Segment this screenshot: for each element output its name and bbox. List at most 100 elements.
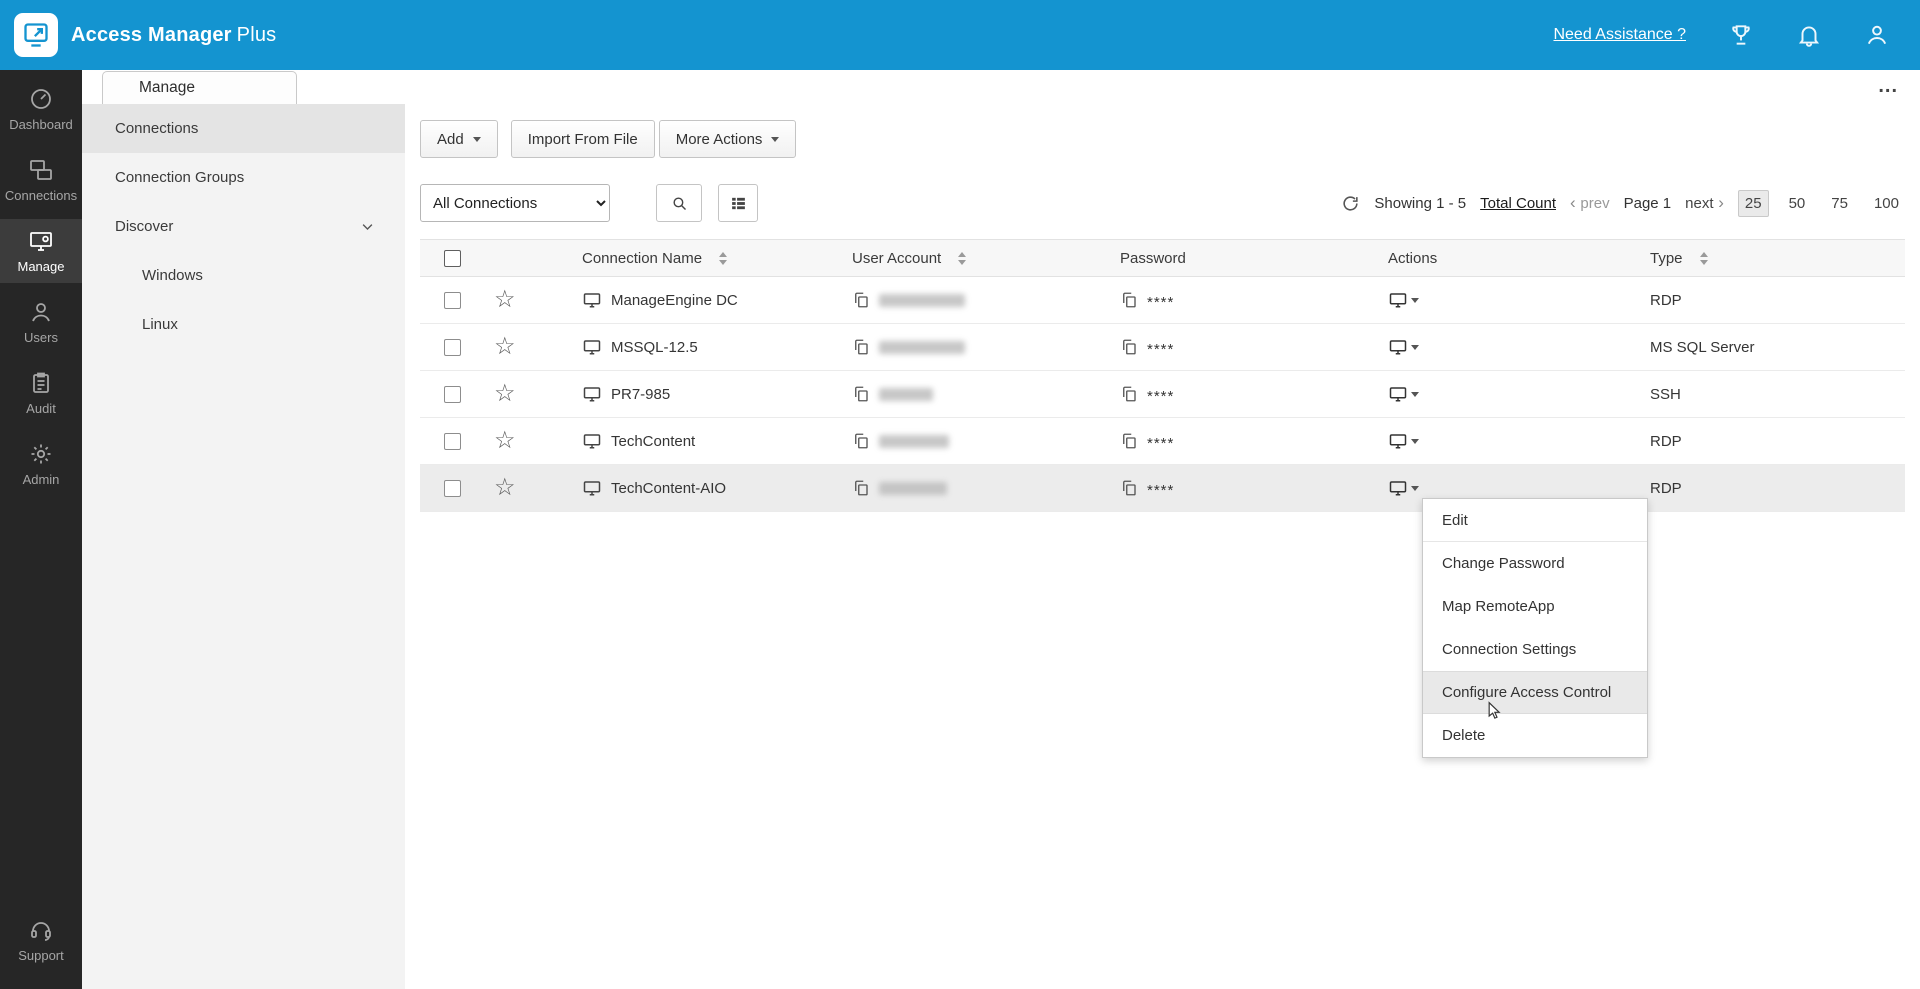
column-header-connection-name[interactable]: Connection Name [560,250,830,267]
row-checkbox[interactable] [444,291,461,309]
row-actions-button[interactable] [1388,291,1419,309]
toolbar: Add Import From File More Actions [420,120,797,158]
audit-icon [33,372,49,393]
sidebar-item-label: Connections [4,187,78,203]
copy-icon[interactable] [852,479,870,497]
connection-name[interactable]: PR7-985 [611,386,670,403]
copy-icon[interactable] [852,432,870,450]
menu-item-connection-settings[interactable]: Connection Settings [1423,628,1647,671]
subnav-item-discover[interactable]: Discover [82,202,405,251]
monitor-icon [582,291,602,309]
page-indicator: Page 1 [1623,194,1672,212]
total-count-link[interactable]: Total Count [1480,195,1556,212]
trophy-icon[interactable] [1728,22,1754,48]
table-row: ☆ ManageEngine DC **** RDP [420,277,1905,324]
copy-icon[interactable] [1120,432,1138,450]
subnav-item-linux[interactable]: Linux [82,300,405,349]
connection-name[interactable]: TechContent-AIO [611,480,726,497]
add-button-label: Add [437,130,464,148]
sidebar-item-dashboard[interactable]: Dashboard [0,77,82,141]
copy-icon[interactable] [1120,385,1138,403]
star-icon[interactable]: ☆ [480,474,516,501]
sidebar-item-users[interactable]: Users [0,290,82,354]
add-button[interactable]: Add [420,120,498,158]
copy-icon[interactable] [852,338,870,356]
menu-item-change-password[interactable]: Change Password [1423,542,1647,585]
menu-item-map-remoteapp[interactable]: Map RemoteApp [1423,585,1647,628]
menu-item-delete[interactable]: Delete [1423,714,1647,757]
column-header-type[interactable]: Type [1628,250,1905,267]
app-logo-icon [24,23,48,47]
row-actions-button[interactable] [1388,338,1419,356]
page-size-100[interactable]: 100 [1868,191,1905,216]
copy-icon[interactable] [852,291,870,309]
connection-type: MS SQL Server [1650,338,1755,356]
page-size-50[interactable]: 50 [1783,191,1812,216]
subnav-item-label: Linux [142,316,178,333]
sidebar-item-audit[interactable]: Audit [0,361,82,425]
app-title: Access Manager Plus [71,24,276,47]
subnav-item-label: Connection Groups [115,169,245,186]
sort-icon[interactable] [719,251,728,265]
row-checkbox[interactable] [444,385,461,403]
connection-name[interactable]: TechContent [611,433,695,450]
subnav-item-connection-groups[interactable]: Connection Groups [82,153,405,202]
monitor-icon [1388,291,1408,309]
row-checkbox[interactable] [444,432,461,450]
column-view-button[interactable] [718,184,758,222]
user-icon[interactable] [1864,22,1890,48]
pagination: Showing 1 - 5 Total Count ‹ prev Page 1 … [1341,189,1905,217]
column-header-user-account[interactable]: User Account [830,250,1098,267]
more-actions-button[interactable]: More Actions [658,120,797,158]
tab-manage[interactable]: Manage [102,71,297,104]
copy-icon[interactable] [1120,479,1138,497]
chevron-down-icon [1411,297,1419,303]
menu-item-edit[interactable]: Edit [1423,499,1647,542]
prev-page-button[interactable]: ‹ prev [1570,193,1610,213]
next-page-button[interactable]: next › [1685,193,1724,213]
sidebar-item-connections[interactable]: Connections [0,148,82,212]
row-checkbox[interactable] [444,479,461,497]
monitor-icon [1388,338,1408,356]
connection-type: RDP [1650,479,1682,497]
star-icon[interactable]: ☆ [480,286,516,313]
sort-icon[interactable] [958,251,967,265]
row-checkbox[interactable] [444,338,461,356]
connection-filter-select[interactable]: All Connections [420,184,610,222]
subnav-item-connections[interactable]: Connections [82,104,405,153]
manage-icon [30,231,52,251]
star-icon[interactable]: ☆ [480,380,516,407]
page-size-25[interactable]: 25 [1737,189,1769,217]
import-from-file-button[interactable]: Import From File [510,120,655,158]
copy-icon[interactable] [852,385,870,403]
overflow-menu-icon[interactable]: ... [1878,72,1898,100]
search-button[interactable] [656,184,702,222]
page-size-75[interactable]: 75 [1825,191,1854,216]
sidebar-item-manage[interactable]: Manage [0,219,82,283]
user-account-redacted [879,481,947,495]
password-mask: **** [1147,294,1175,311]
bell-icon[interactable] [1796,22,1822,48]
copy-icon[interactable] [1120,291,1138,309]
sidebar-item-admin[interactable]: Admin [0,432,82,496]
subnav-item-windows[interactable]: Windows [82,251,405,300]
copy-icon[interactable] [1120,338,1138,356]
sort-icon[interactable] [1699,251,1708,265]
table-row-selected: ☆ TechContent-AIO **** RDP [420,465,1905,512]
select-all-checkbox[interactable] [444,249,461,267]
sidebar-item-support[interactable]: Support [0,908,82,972]
connection-name[interactable]: ManageEngine DC [611,292,738,309]
row-actions-button[interactable] [1388,385,1419,403]
app-logo[interactable] [14,13,58,57]
column-header-password: Password [1120,249,1186,267]
refresh-icon[interactable] [1341,194,1360,213]
row-actions-button[interactable] [1388,432,1419,450]
connections-icon [30,159,52,180]
star-icon[interactable]: ☆ [480,333,516,360]
row-actions-button-open[interactable] [1388,479,1419,497]
secondary-sidebar: Connections Connection Groups Discover W… [82,104,405,989]
need-assistance-link[interactable]: Need Assistance ? [1553,26,1686,44]
star-icon[interactable]: ☆ [480,427,516,454]
connection-name[interactable]: MSSQL-12.5 [611,339,698,356]
menu-item-configure-access-control[interactable]: Configure Access Control [1423,671,1647,714]
